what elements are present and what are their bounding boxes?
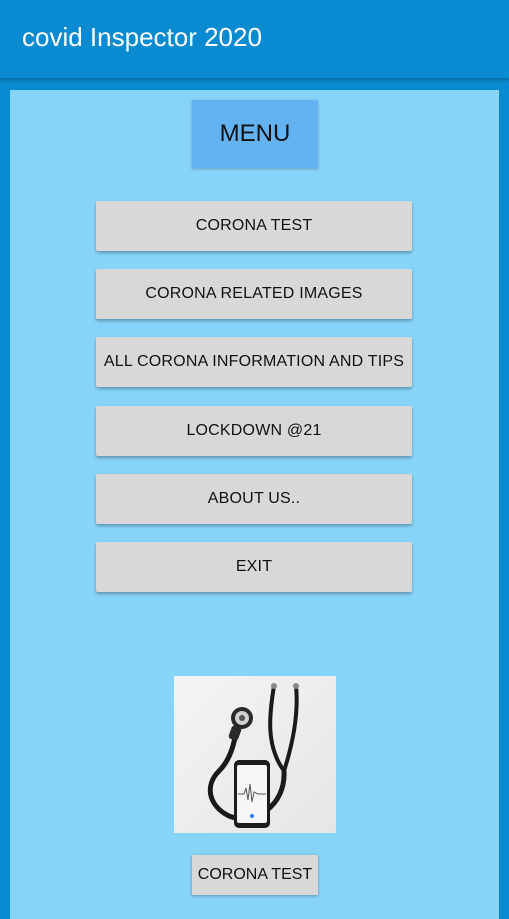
corona-test-button[interactable]: CORONA TEST [96,201,412,251]
bottom-corona-test-button[interactable]: CORONA TEST [192,855,318,895]
corona-related-images-button[interactable]: CORONA RELATED IMAGES [96,269,412,319]
stethoscope-icon [207,683,299,828]
exit-button[interactable]: EXIT [96,542,412,592]
corona-information-tips-button[interactable]: ALL CORONA INFORMATION AND TIPS [96,337,412,387]
lockdown-button[interactable]: LOCKDOWN @21 [96,406,412,456]
about-us-button[interactable]: ABOUT US.. [96,474,412,524]
stethoscope-image[interactable] [174,676,336,833]
app-title: covid Inspector 2020 [22,22,262,52]
app-bar: covid Inspector 2020 [0,0,509,78]
main-content: MENU CORONA TEST CORONA RELATED IMAGES A… [10,90,499,919]
menu-heading: MENU [192,100,318,168]
